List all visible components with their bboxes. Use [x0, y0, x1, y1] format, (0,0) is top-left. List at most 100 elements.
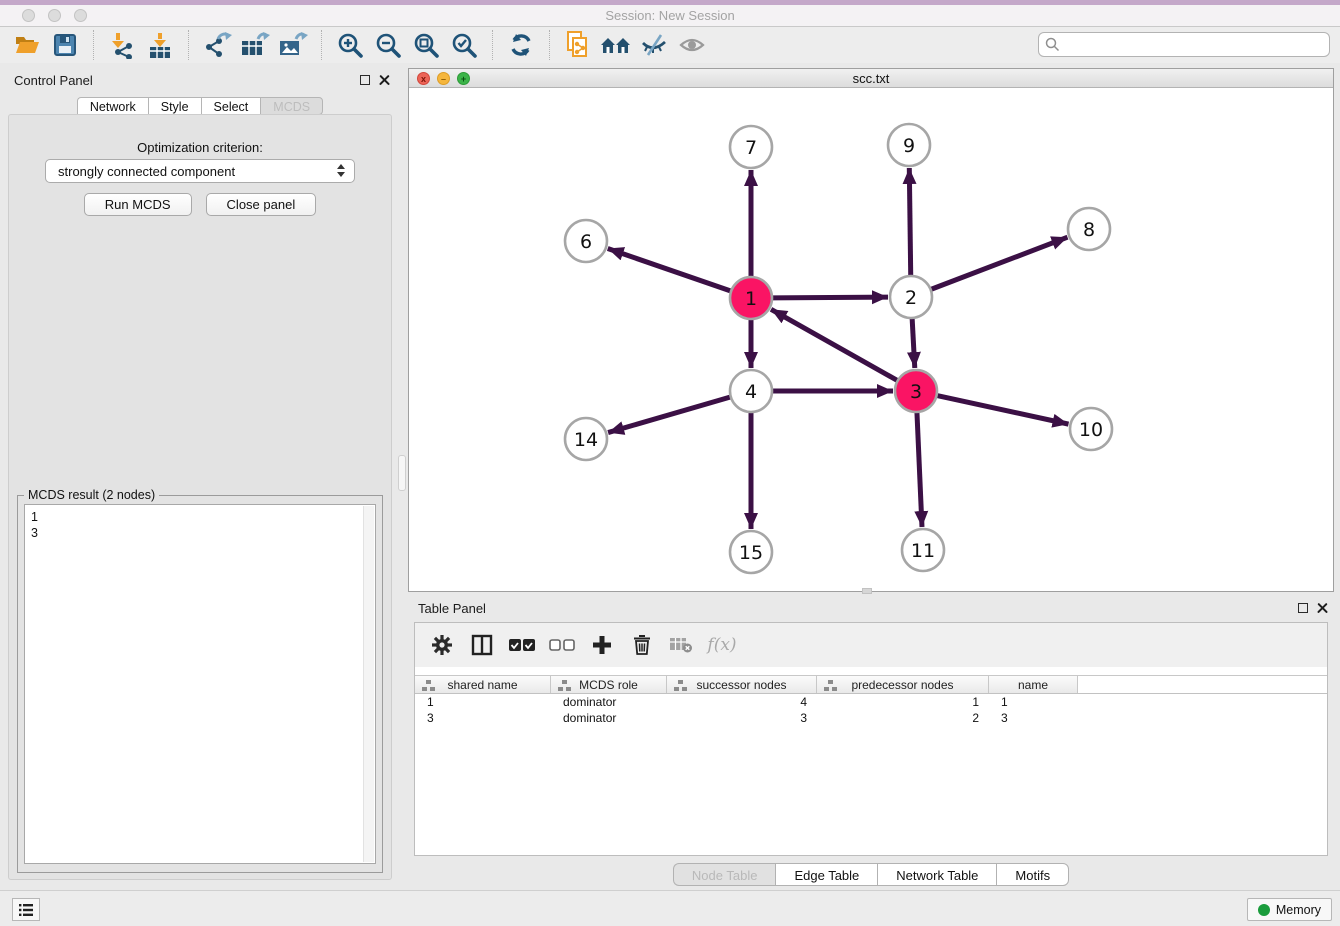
memory-button[interactable]: Memory [1247, 898, 1332, 921]
node-15[interactable]: 15 [730, 531, 772, 573]
column-header-shared-name[interactable]: shared name [415, 676, 551, 693]
cell-shared-name[interactable]: 1 [415, 694, 551, 710]
show-column-panel-button[interactable] [465, 628, 499, 662]
edge-2-9[interactable] [909, 168, 910, 276]
node-9[interactable]: 9 [888, 124, 930, 166]
task-history-button[interactable] [12, 898, 40, 921]
export-image-button[interactable] [274, 28, 312, 62]
tab-network[interactable]: Network [77, 97, 148, 115]
zoom-in-icon [337, 32, 364, 59]
column-label: shared name [447, 678, 517, 692]
node-2[interactable]: 2 [890, 276, 932, 318]
tab-edge-table[interactable]: Edge Table [775, 863, 877, 886]
node-11[interactable]: 11 [902, 529, 944, 571]
node-8[interactable]: 8 [1068, 208, 1110, 250]
import-network-button[interactable] [103, 28, 141, 62]
clone-network-button[interactable] [559, 28, 597, 62]
edge-4-14[interactable] [608, 397, 731, 433]
node-4[interactable]: 4 [730, 370, 772, 412]
network-canvas[interactable]: 1 2 3 4 6 7 8 9 10 11 14 15 [409, 89, 1333, 592]
function-builder-icon: f(x) [707, 635, 736, 655]
cell-predecessor-nodes[interactable]: 1 [817, 694, 989, 710]
criterion-dropdown[interactable]: strongly connected component [45, 159, 355, 183]
export-table-button[interactable] [236, 28, 274, 62]
cell-shared-name[interactable]: 3 [415, 710, 551, 726]
close-panel-icon[interactable] [379, 74, 390, 85]
zoom-fit-button[interactable] [407, 28, 445, 62]
table-panel-title: Table Panel [418, 601, 486, 616]
deselect-all-button[interactable] [545, 628, 579, 662]
edge-3-11[interactable] [917, 412, 922, 527]
column-header-name[interactable]: name [989, 676, 1078, 693]
tab-motifs[interactable]: Motifs [996, 863, 1069, 886]
table-header-row: shared name MCDS rolesuccessor nodesprede… [415, 675, 1327, 694]
tab-select[interactable]: Select [201, 97, 261, 115]
export-network-button[interactable] [198, 28, 236, 62]
edge-2-8[interactable] [931, 237, 1068, 289]
vertical-split-handle[interactable] [398, 455, 406, 491]
table-settings-button[interactable] [425, 628, 459, 662]
column-header-predecessor-nodes[interactable]: predecessor nodes [817, 676, 989, 693]
edge-2-3[interactable] [912, 318, 915, 368]
network-window-titlebar[interactable]: x – + scc.txt [409, 69, 1333, 88]
node-3[interactable]: 3 [895, 370, 937, 412]
run-mcds-button[interactable]: Run MCDS [84, 193, 192, 216]
column-header-successor-nodes[interactable]: successor nodes [667, 676, 817, 693]
horizontal-split-handle[interactable] [862, 588, 872, 594]
import-table-button[interactable] [141, 28, 179, 62]
edge-3-1[interactable] [771, 309, 898, 380]
edge-1-6[interactable] [608, 249, 731, 292]
tab-node-table[interactable]: Node Table [673, 863, 776, 886]
zoom-out-button[interactable] [369, 28, 407, 62]
tab-network-table[interactable]: Network Table [877, 863, 996, 886]
search-box[interactable] [1038, 32, 1330, 57]
select-all-button[interactable] [505, 628, 539, 662]
show-all-button[interactable] [673, 28, 711, 62]
node-6[interactable]: 6 [565, 220, 607, 262]
cell-mcds-role[interactable]: dominator [551, 710, 667, 726]
cell-successor-nodes[interactable]: 4 [667, 694, 817, 710]
column-label: name [1018, 678, 1048, 692]
open-session-button[interactable] [8, 28, 46, 62]
edge-3-10[interactable] [937, 395, 1069, 424]
cell-name[interactable]: 1 [989, 694, 1078, 710]
tab-mcds[interactable]: MCDS [260, 97, 323, 115]
node-14[interactable]: 14 [565, 418, 607, 460]
table-row[interactable]: 3dominator323 [415, 710, 1327, 726]
zoom-in-button[interactable] [331, 28, 369, 62]
node-10[interactable]: 10 [1070, 408, 1112, 450]
split-panel-icon [471, 634, 493, 656]
save-session-icon [53, 33, 77, 57]
tab-style[interactable]: Style [148, 97, 201, 115]
float-panel-icon[interactable] [360, 75, 370, 85]
cell-mcds-role[interactable]: dominator [551, 694, 667, 710]
node-1[interactable]: 1 [730, 277, 772, 319]
memory-status-icon [1258, 904, 1270, 916]
delete-table-button[interactable] [665, 628, 699, 662]
node-7[interactable]: 7 [730, 126, 772, 168]
first-neighbors-icon [600, 33, 632, 57]
save-session-button[interactable] [46, 28, 84, 62]
mcds-result-textarea[interactable]: 1 3 [24, 504, 376, 864]
column-header-mcds-role[interactable]: MCDS role [551, 676, 667, 693]
window-titlebar[interactable]: Session: New Session [0, 5, 1340, 27]
apply-layout-button[interactable] [502, 28, 540, 62]
search-input[interactable] [1065, 37, 1323, 52]
cell-successor-nodes[interactable]: 3 [667, 710, 817, 726]
close-panel-button[interactable]: Close panel [206, 193, 317, 216]
close-panel-icon[interactable] [1317, 602, 1328, 613]
table-row[interactable]: 1dominator411 [415, 694, 1327, 710]
cell-name[interactable]: 3 [989, 710, 1078, 726]
add-column-button[interactable] [585, 628, 619, 662]
float-panel-icon[interactable] [1298, 603, 1308, 613]
zoom-selected-button[interactable] [445, 28, 483, 62]
svg-text:3: 3 [910, 381, 922, 403]
edge-1-2[interactable] [772, 297, 888, 298]
result-scrollbar[interactable] [363, 506, 374, 862]
function-builder-button[interactable]: f(x) [705, 628, 739, 662]
hide-selected-button[interactable] [635, 28, 673, 62]
delete-column-button[interactable] [625, 628, 659, 662]
first-neighbors-button[interactable] [597, 28, 635, 62]
import-table-icon [146, 31, 174, 59]
cell-predecessor-nodes[interactable]: 2 [817, 710, 989, 726]
